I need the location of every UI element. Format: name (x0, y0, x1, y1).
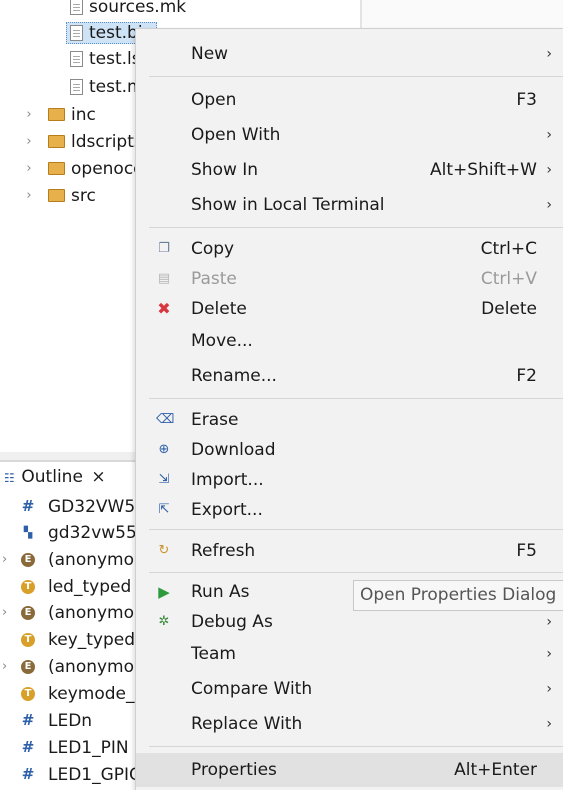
menu-item-refresh[interactable]: ↻ Refresh F5 (136, 536, 563, 566)
chevron-right-icon[interactable]: › (22, 102, 36, 128)
tooltip: Open Properties Dialog (353, 580, 563, 611)
hash-icon: # (21, 765, 35, 783)
tree-item-sources-mk[interactable]: sources.mk (70, 0, 186, 20)
typedef-icon: T (21, 633, 35, 647)
outline-item[interactable]: ▚ gd32vw55 (0, 520, 135, 546)
menu-item-compare-with[interactable]: Compare With › (136, 674, 563, 704)
outline-item[interactable]: # LEDn (0, 708, 135, 734)
file-icon (70, 0, 83, 15)
download-icon: ⊕ (158, 442, 170, 457)
refresh-icon: ↻ (158, 543, 170, 558)
chevron-right-icon: › (546, 127, 552, 143)
outline-item[interactable]: # GD32VW5 (0, 494, 135, 520)
enum-icon: E (21, 660, 35, 674)
chevron-right-icon[interactable]: › (2, 547, 7, 573)
tree-item-test-ls[interactable]: test.ls (70, 46, 141, 72)
enum-icon: E (21, 553, 35, 567)
menu-item-export[interactable]: ⇱ Export... (136, 495, 563, 525)
menu-separator (149, 398, 563, 399)
hash-icon: # (21, 711, 35, 729)
chevron-right-icon[interactable]: › (22, 156, 36, 182)
outline-item[interactable]: # LED1_GPIO (0, 762, 135, 788)
tree-folder-ldscripts[interactable]: › ldscripts (26, 129, 142, 155)
copy-icon: ❐ (158, 241, 170, 256)
file-icon (70, 51, 83, 67)
menu-item-download[interactable]: ⊕ Download (136, 435, 563, 465)
chevron-right-icon: › (546, 46, 552, 62)
menu-separator (149, 572, 563, 573)
hash-icon: # (21, 497, 35, 515)
hash-icon: # (21, 738, 35, 756)
menu-item-move[interactable]: Move... (136, 326, 563, 356)
outline-item[interactable]: T keymode_ (0, 681, 135, 707)
menu-separator (149, 746, 563, 747)
chevron-right-icon: › (546, 716, 552, 732)
tree-folder-inc[interactable]: › inc (26, 102, 95, 128)
menu-separator (149, 76, 563, 77)
chevron-right-icon[interactable]: › (22, 183, 36, 209)
chevron-right-icon[interactable]: › (2, 654, 7, 680)
typedef-icon: T (21, 687, 35, 701)
outline-item[interactable]: T key_typed (0, 627, 135, 653)
menu-item-show-in-local-terminal[interactable]: Show in Local Terminal › (136, 190, 563, 220)
enum-icon: E (21, 606, 35, 620)
chevron-right-icon: › (546, 681, 552, 697)
menu-item-open-with[interactable]: Open With › (136, 120, 563, 150)
chevron-right-icon[interactable]: › (2, 600, 7, 626)
run-icon: ▶ (158, 583, 170, 601)
menu-item-debug-as[interactable]: ✲ Debug As › (136, 607, 563, 637)
include-icon: ▚ (23, 526, 33, 539)
tree-folder-openocd[interactable]: › openocd (26, 156, 144, 182)
menu-item-team[interactable]: Team › (136, 639, 563, 669)
outline-item[interactable]: › E (anonymo (0, 600, 135, 626)
outline-item[interactable]: # LED1_PIN (0, 735, 135, 761)
chevron-right-icon: › (546, 162, 552, 178)
tab-outline[interactable]: ☷ Outline × (0, 464, 110, 490)
close-icon[interactable]: × (91, 467, 105, 487)
tree-folder-src[interactable]: › src (26, 183, 95, 209)
chevron-right-icon: › (546, 197, 552, 213)
outline-item[interactable]: T led_typed (0, 574, 135, 600)
folder-icon (48, 161, 65, 175)
menu-item-replace-with[interactable]: Replace With › (136, 709, 563, 739)
outline-icon: ☷ (4, 471, 15, 485)
debug-icon: ✲ (158, 614, 170, 629)
folder-icon (48, 107, 65, 121)
export-icon: ⇱ (158, 502, 170, 517)
outline-tree: # GD32VW5 ▚ gd32vw55 › E (anonymo T led_… (0, 494, 135, 789)
chevron-right-icon: › (546, 614, 552, 630)
menu-item-properties[interactable]: Properties Alt+Enter (136, 753, 563, 787)
file-icon (70, 79, 83, 95)
file-icon (70, 25, 83, 41)
menu-separator (149, 227, 563, 228)
menu-item-new[interactable]: New › (136, 39, 563, 69)
context-menu: New › Open F3 Open With › Show In Alt+Sh… (135, 28, 563, 790)
outline-item[interactable]: › E (anonymo (0, 654, 135, 680)
delete-icon: ✖ (157, 299, 171, 318)
menu-item-delete[interactable]: ✖ Delete Delete (136, 294, 563, 324)
menu-item-show-in[interactable]: Show In Alt+Shift+W › (136, 155, 563, 185)
menu-item-erase[interactable]: ⌫ Erase (136, 405, 563, 435)
typedef-icon: T (21, 580, 35, 594)
paste-icon: ▤ (157, 271, 171, 286)
menu-item-copy[interactable]: ❐ Copy Ctrl+C (136, 234, 563, 264)
folder-icon (48, 134, 65, 148)
menu-item-import[interactable]: ⇲ Import... (136, 465, 563, 495)
folder-icon (48, 188, 65, 202)
erase-icon: ⌫ (156, 412, 175, 427)
menu-item-paste[interactable]: ▤ Paste Ctrl+V (136, 264, 563, 294)
chevron-right-icon[interactable]: › (22, 129, 36, 155)
menu-separator (149, 529, 563, 530)
outline-item[interactable]: › E (anonymo (0, 547, 135, 573)
menu-item-open[interactable]: Open F3 (136, 85, 563, 115)
menu-item-rename[interactable]: Rename... F2 (136, 361, 563, 391)
chevron-right-icon: › (546, 646, 552, 662)
tree-item-test-m[interactable]: test.m (70, 74, 144, 100)
import-icon: ⇲ (158, 472, 170, 487)
